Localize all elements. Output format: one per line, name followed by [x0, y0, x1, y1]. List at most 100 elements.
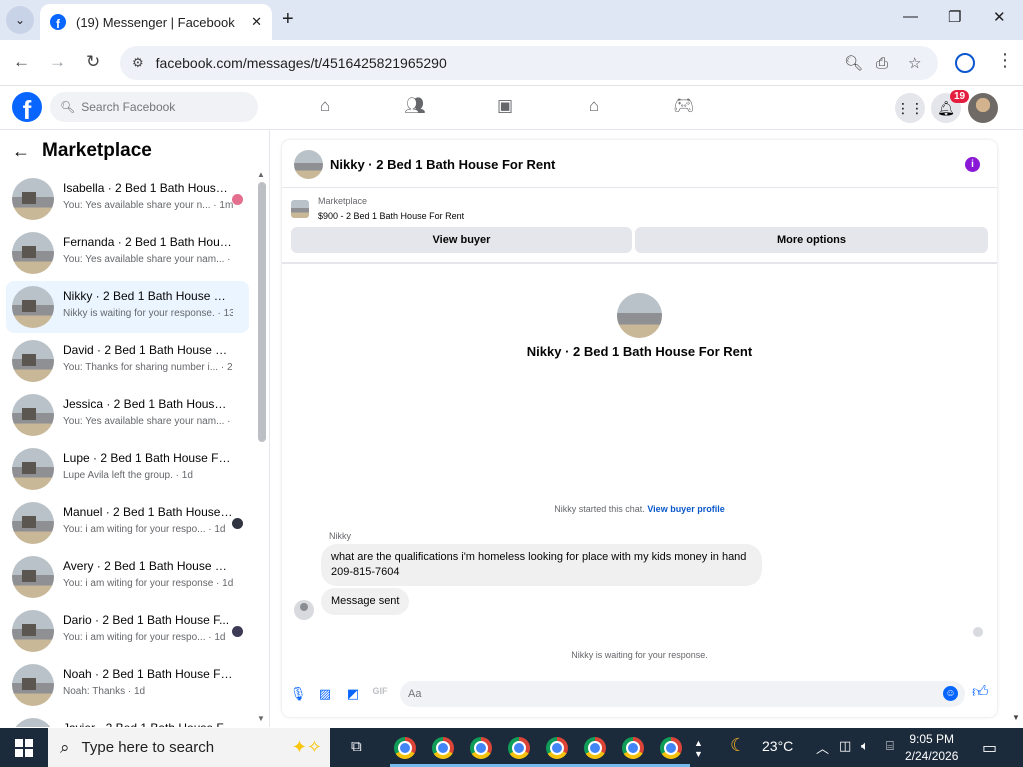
- back-button[interactable]: ←: [13, 52, 30, 72]
- gif-icon[interactable]: GIF: [371, 686, 389, 696]
- sticker-icon[interactable]: ◩: [344, 686, 362, 702]
- conversation-item[interactable]: Nikky · 2 Bed 1 Bath House For ... Nikky …: [6, 281, 249, 333]
- chrome-icon[interactable]: [622, 737, 644, 759]
- seen-indicator-avatar: [232, 518, 243, 529]
- conversation-item[interactable]: Jessica · 2 Bed 1 Bath House For... You: …: [6, 389, 249, 441]
- install-app-icon[interactable]: ⎙: [876, 46, 888, 80]
- new-tab-button[interactable]: +: [282, 8, 294, 30]
- weather-moon-icon[interactable]: ☾: [730, 735, 746, 756]
- chrome-icon[interactable]: [432, 737, 454, 759]
- conversation-thumbnail: [12, 718, 54, 727]
- back-arrow-icon[interactable]: ←: [12, 141, 30, 162]
- sender-avatar: [294, 600, 314, 620]
- marketplace-icon[interactable]: ⌂: [582, 96, 606, 116]
- conversation-item[interactable]: Noah · 2 Bed 1 Bath House For ... Noah: T…: [6, 659, 249, 711]
- address-bar-row: ← → ↻ ⚙ facebook.com/messages/t/45164258…: [0, 40, 1023, 86]
- close-tab-icon[interactable]: ✕: [251, 14, 262, 30]
- conversation-item[interactable]: Avery · 2 Bed 1 Bath House For ... You: i…: [6, 551, 249, 603]
- taskbar-search[interactable]: ⌕ Type here to search ✦✧: [48, 728, 330, 767]
- emoji-icon[interactable]: ☺: [943, 686, 958, 701]
- sidebar-scrollbar[interactable]: [258, 182, 266, 442]
- chat-title[interactable]: Nikky · 2 Bed 1 Bath House For Rent: [330, 157, 555, 172]
- chat-avatar[interactable]: [294, 150, 323, 179]
- conversation-item[interactable]: Dario · 2 Bed 1 Bath House F... You: i am…: [6, 605, 249, 657]
- omnibox[interactable]: ⚙ facebook.com/messages/t/45164258219652…: [120, 46, 938, 80]
- conversation-item[interactable]: Isabella · 2 Bed 1 Bath House ... You: Ye…: [6, 173, 249, 225]
- task-view-icon[interactable]: ⧉: [351, 738, 362, 755]
- windows-taskbar: ⌕ Type here to search ✦✧ ⧉ ▲ ▼ ☾ 23°C ︿ ◫…: [0, 728, 1023, 767]
- search-input[interactable]: [81, 100, 252, 114]
- seen-indicator-avatar: [232, 194, 243, 205]
- taskbar-search-text[interactable]: Type here to search: [82, 739, 215, 756]
- waiting-notice: Nikky is waiting for your response.: [571, 650, 708, 660]
- view-buyer-button[interactable]: View buyer: [291, 227, 632, 253]
- bookmark-star-icon[interactable]: ☆: [908, 46, 921, 80]
- conversation-sidebar: ← Marketplace Isabella · 2 Bed 1 Bath Ho…: [0, 130, 270, 727]
- browser-profile-icon[interactable]: [955, 53, 975, 73]
- account-avatar[interactable]: [968, 93, 998, 123]
- notification-center-icon[interactable]: ▭: [982, 738, 997, 758]
- clock[interactable]: 9:05 PM 2/24/2026: [905, 731, 958, 765]
- conversation-name: Fernanda · 2 Bed 1 Bath House ...: [63, 235, 233, 249]
- close-window-button[interactable]: ✕: [993, 8, 1006, 26]
- taskbar-scroll-icon[interactable]: ▲ ▼: [694, 738, 703, 760]
- info-icon[interactable]: i: [965, 157, 980, 172]
- marketplace-label: Marketplace: [318, 196, 368, 206]
- conversation-thumbnail: [12, 556, 54, 598]
- chrome-icon[interactable]: [394, 737, 416, 759]
- reload-button[interactable]: ↻: [86, 52, 100, 72]
- view-buyer-profile-link[interactable]: View buyer profile: [647, 504, 724, 514]
- started-text: Nikky started this chat.: [554, 504, 645, 514]
- facebook-logo[interactable]: f: [12, 92, 42, 122]
- url-text[interactable]: facebook.com/messages/t/4516425821965290: [156, 55, 447, 71]
- listing-thumbnail[interactable]: [291, 200, 309, 218]
- chrome-icon[interactable]: [508, 737, 530, 759]
- video-icon[interactable]: ▣: [493, 96, 517, 116]
- conversation-name: David · 2 Bed 1 Bath House For ...: [63, 343, 233, 357]
- gaming-icon[interactable]: 🎮︎: [672, 96, 696, 116]
- windows-start-icon[interactable]: [15, 739, 33, 757]
- minimize-button[interactable]: —: [903, 8, 918, 25]
- chrome-icon[interactable]: [660, 737, 682, 759]
- volume-icon[interactable]: 🔈︎: [861, 738, 869, 754]
- more-options-button[interactable]: More options: [635, 227, 988, 253]
- tab-search-button[interactable]: ⌄: [6, 6, 34, 34]
- show-hidden-icons[interactable]: ︿: [816, 738, 829, 757]
- facebook-search[interactable]: 🔍︎: [50, 92, 258, 122]
- menu-grid-icon[interactable]: ⋮⋮: [895, 93, 925, 123]
- conversation-item[interactable]: Fernanda · 2 Bed 1 Bath House ... You: Ye…: [6, 227, 249, 279]
- browser-menu-icon[interactable]: ⋮: [996, 50, 1014, 71]
- chrome-icon[interactable]: [546, 737, 568, 759]
- scroll-up-arrow[interactable]: ▲: [257, 170, 265, 179]
- conversation-item[interactable]: Javier · 2 Bed 1 Bath House F...: [6, 713, 249, 727]
- chrome-icon[interactable]: [584, 737, 606, 759]
- zoom-icon[interactable]: 🔍︎: [844, 46, 863, 80]
- site-settings-icon[interactable]: ⚙: [132, 55, 144, 71]
- page-scroll-down-arrow[interactable]: ▼: [1012, 713, 1020, 722]
- sender-name: Nikky: [329, 531, 351, 541]
- conversation-item[interactable]: David · 2 Bed 1 Bath House For ... You: T…: [6, 335, 249, 387]
- listing-title[interactable]: $900 - 2 Bed 1 Bath House For Rent: [318, 211, 464, 221]
- restore-button[interactable]: ❐: [948, 8, 961, 26]
- thumbs-up-icon[interactable]: 👍︎: [972, 683, 989, 702]
- conversation-preview: Noah: Thanks · 1d: [63, 686, 146, 697]
- network-icon[interactable]: ⌸: [886, 738, 894, 754]
- microphone-icon[interactable]: 🎙︎: [289, 686, 307, 702]
- friends-icon[interactable]: 👥︎: [403, 96, 427, 116]
- home-icon[interactable]: ⌂: [313, 96, 337, 116]
- camera-icon[interactable]: ◫: [839, 738, 851, 754]
- forward-button[interactable]: →: [49, 52, 66, 72]
- conversation-thumbnail: [12, 502, 54, 544]
- sidebar-title: Marketplace: [42, 140, 152, 161]
- photo-icon[interactable]: ▨: [316, 686, 334, 702]
- facebook-favicon-icon: f: [50, 14, 66, 30]
- conversation-item[interactable]: Manuel · 2 Bed 1 Bath House ... You: i am…: [6, 497, 249, 549]
- date: 2/24/2026: [905, 749, 959, 763]
- browser-tab[interactable]: f (19) Messenger | Facebook ✕: [40, 4, 272, 40]
- chrome-icon[interactable]: [470, 737, 492, 759]
- message-composer[interactable]: [400, 681, 965, 707]
- message-input[interactable]: [408, 688, 928, 700]
- scroll-down-arrow[interactable]: ▼: [257, 714, 265, 723]
- conversation-item[interactable]: Lupe · 2 Bed 1 Bath House For R... Lupe A…: [6, 443, 249, 495]
- temperature[interactable]: 23°C: [762, 738, 793, 754]
